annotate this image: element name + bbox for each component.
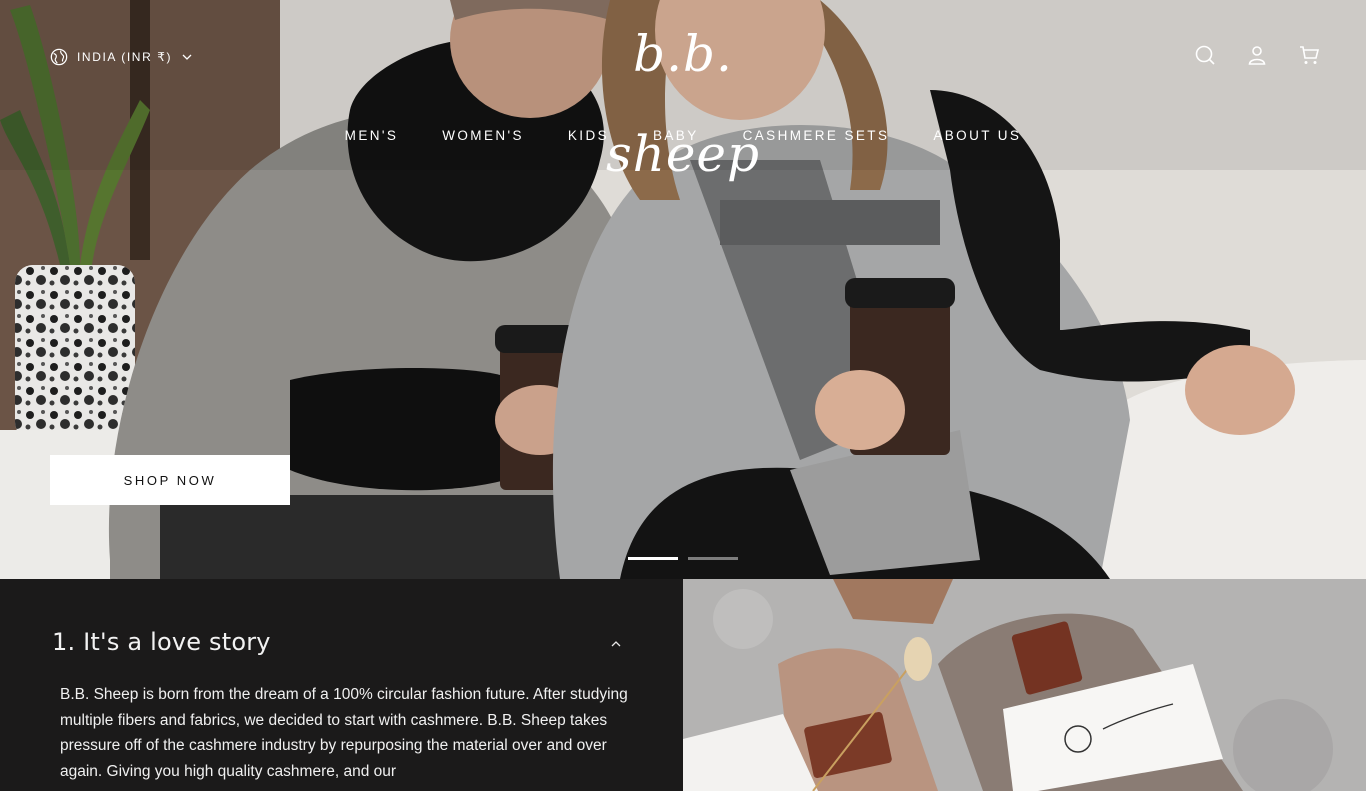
accordion-header[interactable]: 1. It's a love story xyxy=(52,628,622,662)
header-icons xyxy=(1194,44,1320,66)
beanie-image xyxy=(683,579,1366,791)
slide-indicator-1[interactable] xyxy=(628,557,678,560)
country-selector[interactable]: INDIA (INR ₹) xyxy=(50,46,192,68)
country-selector-label: INDIA (INR ₹) xyxy=(77,50,173,64)
story-body: B.B. Sheep is born from the dream of a 1… xyxy=(60,686,628,780)
site-header: INDIA (INR ₹) b.b. sheep xyxy=(0,0,1366,183)
slide-indicators xyxy=(628,557,738,560)
chevron-down-icon xyxy=(182,54,192,60)
main-nav: MEN'S WOMEN'S KIDS BABY CASHMERE SETS AB… xyxy=(0,126,1366,145)
search-icon[interactable] xyxy=(1194,44,1216,66)
nav-item-mens[interactable]: MEN'S xyxy=(323,126,421,145)
account-icon[interactable] xyxy=(1246,44,1268,66)
slide-indicator-2[interactable] xyxy=(688,557,738,560)
product-photo xyxy=(683,579,1366,791)
globe-icon xyxy=(50,48,68,66)
nav-item-kids[interactable]: KIDS xyxy=(546,126,631,145)
hero-banner: INDIA (INR ₹) b.b. sheep MEN'S WOMEN'S K… xyxy=(0,0,1366,579)
story-section: 1. It's a love story B.B. Sheep is born … xyxy=(0,579,683,791)
nav-item-womens[interactable]: WOMEN'S xyxy=(420,126,546,145)
nav-item-about-us[interactable]: ABOUT US xyxy=(911,126,1043,145)
chevron-up-icon xyxy=(611,641,621,647)
site-logo[interactable]: b.b. sheep xyxy=(580,4,786,183)
nav-item-cashmere-sets[interactable]: CASHMERE SETS xyxy=(721,126,912,145)
cart-icon[interactable] xyxy=(1298,44,1320,66)
shop-now-button[interactable]: SHOP NOW xyxy=(50,455,290,505)
story-heading: 1. It's a love story xyxy=(52,628,271,656)
nav-item-baby[interactable]: BABY xyxy=(631,126,721,145)
